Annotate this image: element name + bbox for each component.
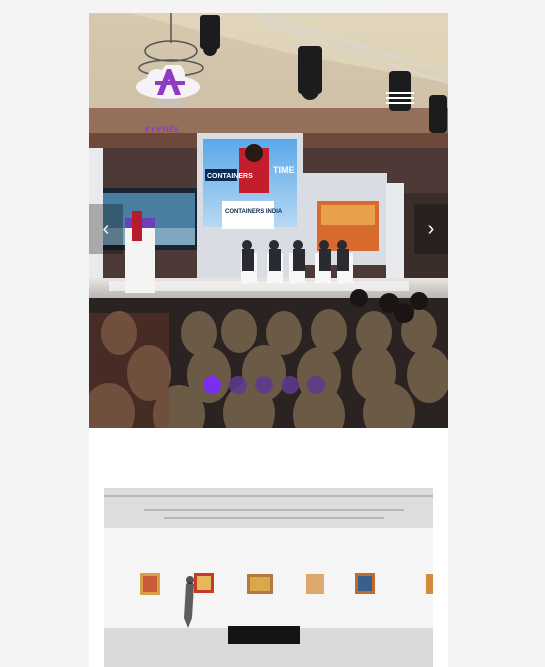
brand-logo[interactable]: events (135, 65, 201, 135)
screen-caption-text: CONTAINERS INDIA (225, 209, 283, 215)
carousel-dot-4[interactable] (281, 376, 299, 394)
carousel-indicators (203, 376, 325, 395)
screen-left-text: CONTAINERS (207, 173, 253, 180)
screen-side-text: TIME (273, 165, 295, 175)
logo-wordmark: events (145, 121, 179, 135)
carousel-next-button[interactable]: › (414, 204, 448, 254)
carousel-dot-5[interactable] (307, 376, 325, 394)
page: CONTAINERS TIME CONTAINERS INDIA events … (89, 13, 448, 667)
carousel-dot-1[interactable] (203, 376, 221, 394)
chevron-right-icon: › (427, 218, 435, 240)
chevron-left-icon: ‹ (102, 218, 110, 240)
hero-slider: CONTAINERS TIME CONTAINERS INDIA events … (89, 13, 448, 428)
carousel-prev-button[interactable]: ‹ (89, 204, 123, 254)
carousel-dot-2[interactable] (229, 376, 247, 394)
cloud-logo-icon (136, 65, 200, 108)
gallery-photo (104, 488, 433, 667)
carousel-dot-3[interactable] (255, 376, 273, 394)
art-gallery-image (104, 488, 433, 667)
hamburger-icon[interactable] (386, 92, 414, 106)
